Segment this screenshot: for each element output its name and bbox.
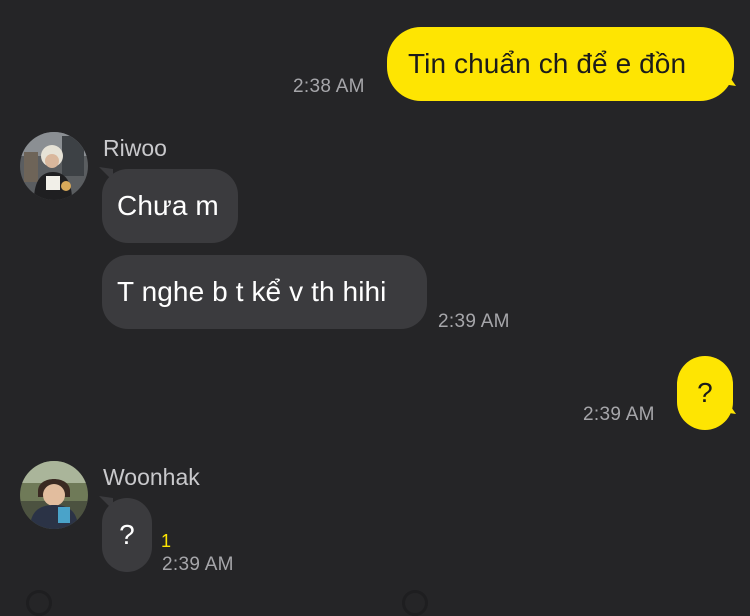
incoming-message-bubble[interactable]: T nghe b t kể v th hihi [102,255,427,329]
riwoo-avatar[interactable] [20,132,88,200]
partial-avatar-icon [402,590,428,616]
unread-count: 1 [161,531,172,551]
outgoing-message-bubble[interactable]: Tin chuẩn ch để e đồn [387,27,734,101]
woonhak-avatar[interactable] [20,461,88,529]
incoming-message-text: Chưa m [117,190,219,221]
message-timestamp: 2:39 AM [162,554,234,575]
message-timestamp: 2:39 AM [583,404,655,425]
outgoing-message-text: Tin chuẩn ch để e đồn [408,48,687,79]
incoming-message-text: T nghe b t kể v th hihi [117,276,387,307]
incoming-message-text: ? [119,519,135,550]
chat-message-list[interactable]: 2:38 AM Tin chuẩn ch để e đồn Riwoo Chưa… [0,0,750,616]
sender-name: Woonhak [103,464,200,490]
outgoing-message-bubble[interactable]: ? [677,356,733,430]
incoming-message-bubble[interactable]: Chưa m [102,169,238,243]
sender-name: Riwoo [103,135,167,161]
partial-avatar-icon [26,590,52,616]
incoming-message-bubble[interactable]: ? [102,498,152,572]
outgoing-bubble-tail [722,394,736,414]
message-timestamp: 2:39 AM [438,311,510,332]
outgoing-bubble-tail [722,66,736,86]
message-timestamp: 2:38 AM [293,76,365,97]
outgoing-message-text: ? [697,377,713,408]
